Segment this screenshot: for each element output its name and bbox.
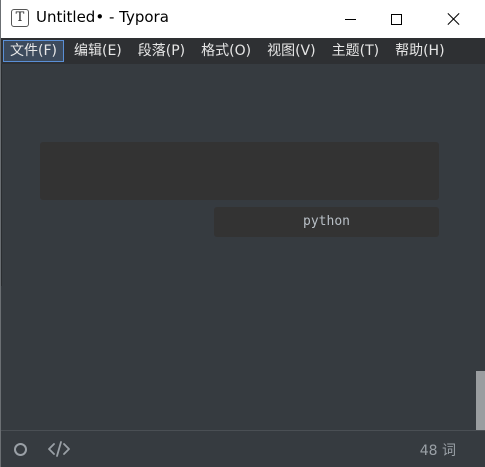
menu-bar: 文件(F) 编辑(E) 段落(P) 格式(O) 视图(V) 主题(T) 帮助(H… bbox=[1, 38, 485, 64]
editor-left-edge bbox=[1, 64, 2, 286]
maximize-button[interactable] bbox=[373, 0, 419, 38]
title-bar[interactable]: T Untitled• - Typora bbox=[1, 0, 485, 38]
code-language-input[interactable]: python bbox=[214, 207, 439, 237]
window-title: Untitled• - Typora bbox=[36, 8, 169, 26]
maximize-icon bbox=[390, 13, 402, 25]
menu-paragraph[interactable]: 段落(P) bbox=[132, 40, 191, 62]
status-bar: 48 词 bbox=[1, 430, 485, 467]
circle-icon[interactable] bbox=[14, 443, 27, 456]
menu-edit[interactable]: 编辑(E) bbox=[68, 40, 128, 62]
minimize-icon bbox=[344, 18, 356, 20]
menu-help[interactable]: 帮助(H) bbox=[389, 40, 450, 62]
minimize-button[interactable] bbox=[327, 0, 373, 38]
menu-view[interactable]: 视图(V) bbox=[261, 40, 322, 62]
code-block[interactable] bbox=[40, 142, 439, 200]
source-code-icon[interactable] bbox=[48, 439, 70, 459]
typora-window: T Untitled• - Typora 文件(F) 编辑(E) 段落(P) 格… bbox=[0, 0, 485, 467]
scrollbar-thumb[interactable] bbox=[476, 371, 485, 430]
menu-theme[interactable]: 主题(T) bbox=[326, 40, 385, 62]
close-icon bbox=[447, 12, 461, 26]
typora-app-icon: T bbox=[11, 9, 29, 27]
menu-format[interactable]: 格式(O) bbox=[195, 40, 257, 62]
menu-file[interactable]: 文件(F) bbox=[3, 40, 64, 62]
editor-area[interactable]: python bbox=[1, 64, 485, 430]
close-button[interactable] bbox=[431, 0, 477, 38]
word-count[interactable]: 48 词 bbox=[420, 440, 456, 460]
